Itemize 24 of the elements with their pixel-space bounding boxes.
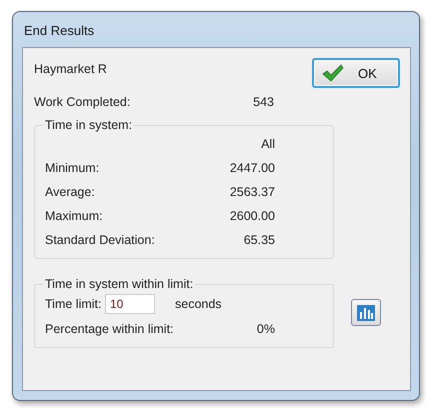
bar-chart-icon	[357, 304, 375, 320]
stat-label: Maximum:	[45, 209, 104, 223]
work-completed-value: 543	[252, 95, 274, 109]
time-limit-field[interactable]: 10	[105, 294, 155, 314]
ok-button[interactable]: OK	[312, 58, 400, 88]
work-completed-label: Work Completed:	[34, 95, 132, 109]
stat-value: 2600.00	[228, 209, 275, 223]
stat-label: Minimum:	[45, 161, 100, 175]
stat-value: 2563.37	[228, 185, 275, 199]
group-title: Time in system within limit:	[44, 277, 194, 291]
group-title: Time in system:	[44, 118, 134, 132]
location-name: Haymarket R	[34, 62, 107, 76]
stat-value: 65.35	[242, 233, 275, 247]
stat-value: 2447.00	[228, 161, 275, 175]
percentage-label: Percentage within limit:	[45, 322, 175, 336]
window-title: End Results	[23, 22, 96, 40]
column-header: All	[260, 137, 275, 151]
percentage-value: 0%	[256, 322, 275, 336]
time-limit-label: Time limit:	[45, 297, 102, 311]
stat-label: Standard Deviation:	[45, 233, 156, 247]
stat-label: Average:	[45, 185, 96, 199]
chart-button[interactable]	[351, 299, 381, 326]
checkmark-icon	[322, 64, 344, 82]
unit-label: seconds	[175, 297, 223, 311]
